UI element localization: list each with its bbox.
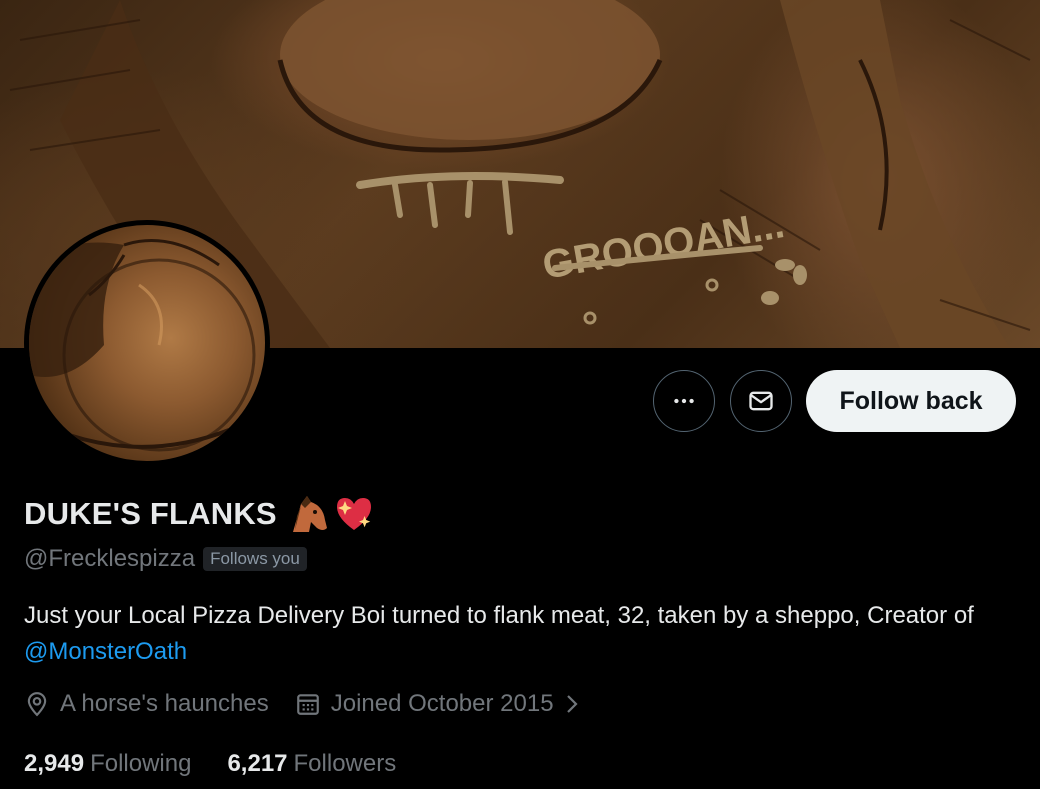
follow-back-button[interactable]: Follow back bbox=[806, 370, 1016, 432]
profile-bio: Just your Local Pizza Delivery Boi turne… bbox=[24, 598, 1014, 670]
handle-row: @Frecklespizza Follows you bbox=[24, 545, 307, 573]
followers-label: Followers bbox=[293, 750, 397, 777]
following-count: 2,949 bbox=[24, 750, 85, 777]
follow-stats: 2,949 Following 6,217 Followers bbox=[24, 750, 432, 778]
chevron-right-icon bbox=[566, 695, 578, 713]
followers-count: 6,217 bbox=[227, 750, 288, 777]
display-name: DUKE'S FLANKS bbox=[24, 496, 277, 531]
more-horizontal-icon bbox=[674, 398, 694, 404]
more-options-button[interactable] bbox=[653, 370, 715, 432]
message-button[interactable] bbox=[730, 370, 792, 432]
profile-avatar[interactable] bbox=[24, 220, 270, 466]
joined-item[interactable]: Joined October 2015 bbox=[295, 690, 580, 718]
followers-link[interactable]: 6,217 Followers bbox=[227, 750, 396, 778]
location-text: A horse's haunches bbox=[60, 690, 269, 717]
profile-meta: A horse's haunches Joined October 2015 bbox=[24, 690, 606, 718]
name-emojis bbox=[287, 494, 375, 534]
follows-you-badge: Follows you bbox=[203, 547, 307, 571]
following-link[interactable]: 2,949 Following bbox=[24, 750, 191, 778]
location-pin-icon bbox=[27, 692, 47, 717]
sparkling-heart-emoji bbox=[336, 498, 371, 530]
envelope-icon bbox=[749, 391, 773, 411]
username-handle: @Frecklespizza bbox=[24, 545, 196, 572]
name-row: DUKE'S FLANKS bbox=[24, 494, 375, 534]
banner-text-art: GROOOAN... bbox=[539, 202, 787, 288]
horse-face-emoji bbox=[292, 496, 327, 532]
following-label: Following bbox=[90, 750, 192, 777]
location-item: A horse's haunches bbox=[24, 690, 269, 718]
avatar-image bbox=[29, 225, 265, 461]
calendar-icon bbox=[296, 694, 319, 715]
bio-mention-link[interactable]: @MonsterOath bbox=[24, 638, 187, 665]
bio-text: Just your Local Pizza Delivery Boi turne… bbox=[24, 602, 974, 629]
joined-date-text: Joined October 2015 bbox=[330, 690, 554, 717]
